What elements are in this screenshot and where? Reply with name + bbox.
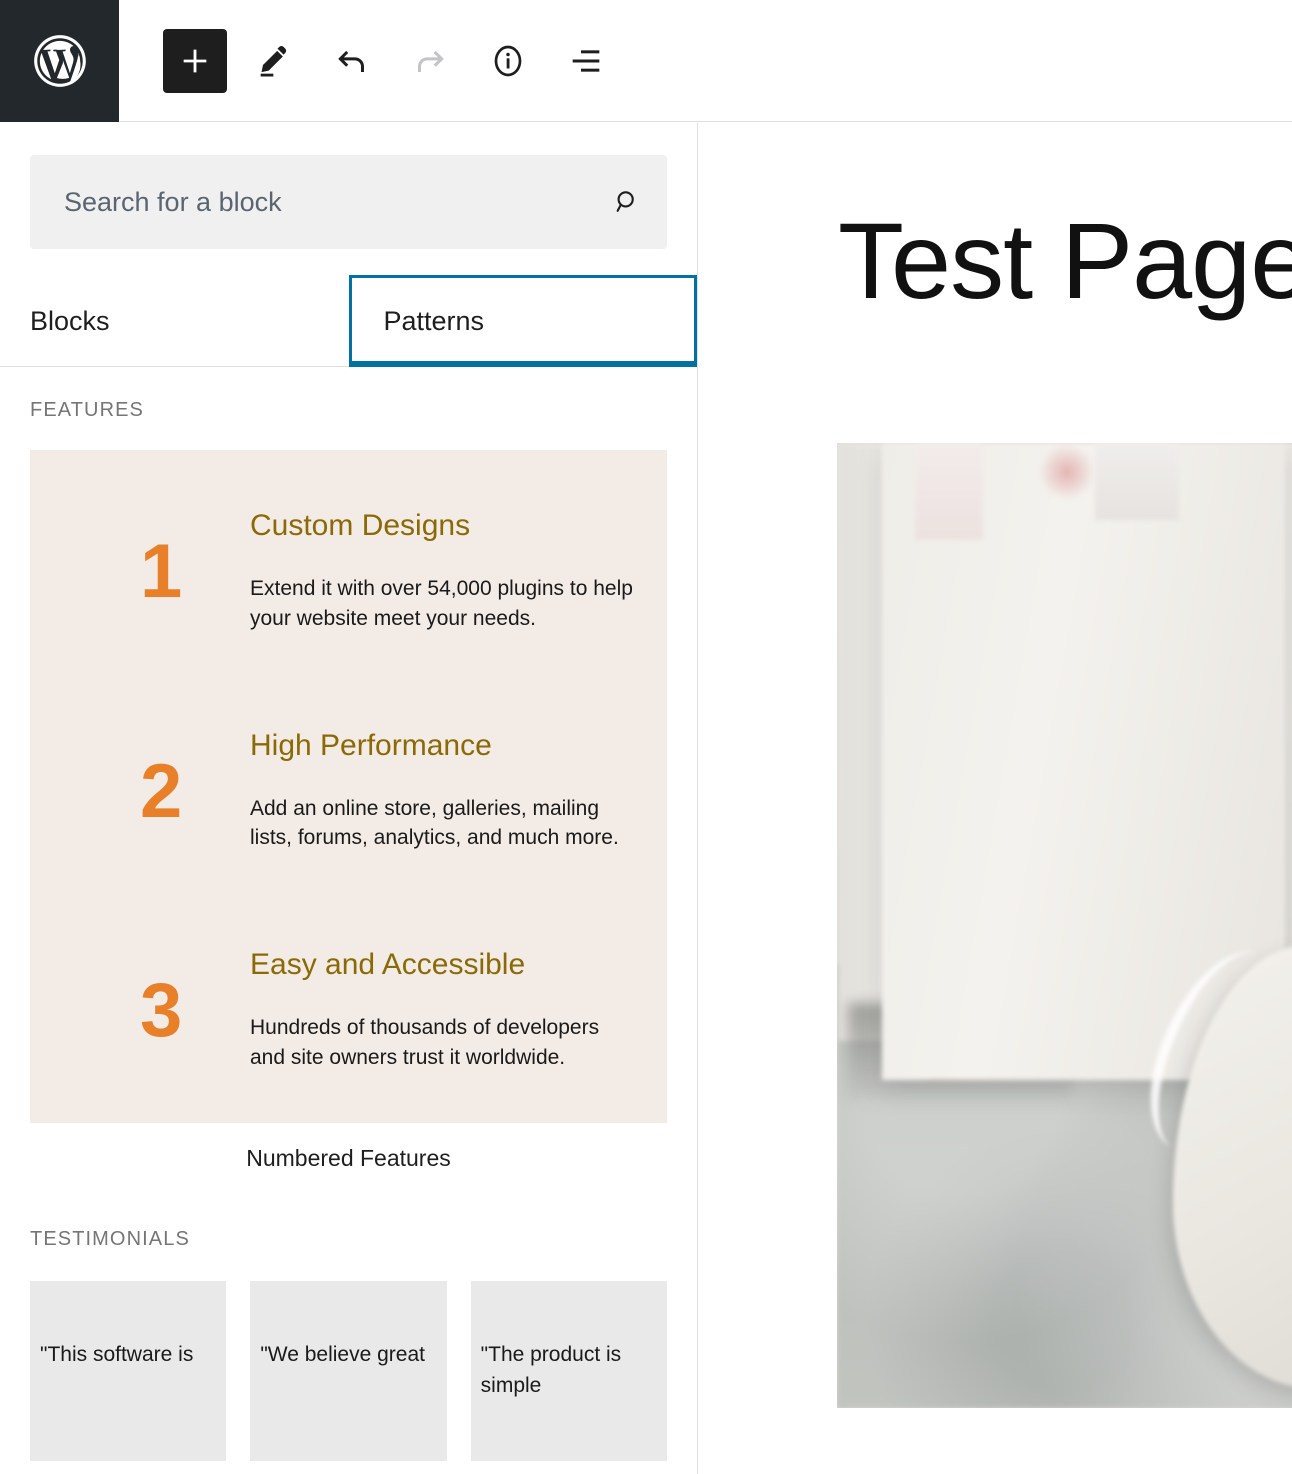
pattern-preview: 1 Custom Designs Extend it with over 54,…	[30, 450, 667, 1123]
wordpress-logo-button[interactable]	[0, 0, 119, 122]
pattern-item-testimonial[interactable]: "The product is simple	[470, 1280, 667, 1461]
feature-row: 2 High Performance Add an online store, …	[30, 728, 667, 854]
pattern-item-testimonial[interactable]: "This software is	[30, 1280, 227, 1461]
photo-tag-one	[915, 443, 983, 540]
feature-text: Custom Designs Extend it with over 54,00…	[250, 508, 667, 634]
list-view-button[interactable]	[555, 30, 617, 92]
editor-toolbar	[0, 0, 1292, 122]
feature-row: 3 Easy and Accessible Hundreds of thousa…	[30, 947, 667, 1073]
add-block-button[interactable]	[163, 28, 227, 93]
photo-tag-two	[1038, 443, 1095, 501]
toolbar-action-group	[119, 0, 617, 121]
tab-blocks[interactable]: Blocks	[0, 275, 349, 367]
feature-number: 1	[140, 529, 183, 614]
list-view-icon	[566, 41, 606, 81]
testimonial-quote: "The product is simple	[480, 1342, 622, 1398]
wordpress-logo-icon	[29, 30, 91, 92]
feature-description: Extend it with over 54,000 plugins to he…	[250, 577, 633, 630]
search-icon	[610, 185, 644, 219]
feature-number: 3	[140, 968, 183, 1054]
feature-text: High Performance Add an online store, ga…	[250, 728, 667, 854]
redo-arrow-icon	[410, 41, 450, 81]
inserter-tabs: Blocks Patterns	[0, 275, 697, 367]
search-input[interactable]	[31, 156, 666, 248]
pattern-item-numbered-features[interactable]: 1 Custom Designs Extend it with over 54,…	[0, 450, 697, 1172]
feature-number: 2	[140, 748, 183, 834]
page-title[interactable]: Test Page	[838, 198, 1292, 323]
search-box[interactable]	[30, 155, 667, 249]
testimonial-pattern-row: "This software is "We believe great "The…	[0, 1251, 697, 1461]
search-container	[0, 123, 697, 249]
testimonial-quote: "We believe great	[260, 1342, 425, 1366]
tab-patterns[interactable]: Patterns	[348, 275, 697, 367]
feature-row: 1 Custom Designs Extend it with over 54,…	[30, 508, 667, 634]
pencil-icon	[254, 41, 294, 81]
pattern-item-testimonial[interactable]: "We believe great	[250, 1280, 447, 1461]
plus-icon	[178, 44, 212, 78]
feature-title: Easy and Accessible	[250, 948, 526, 982]
featured-photo[interactable]	[837, 443, 1292, 1408]
category-label-features: FEATURES	[30, 399, 144, 421]
edit-tool-button[interactable]	[243, 30, 305, 92]
feature-description: Hundreds of thousands of developers and …	[250, 1016, 600, 1070]
category-label-testimonials: TESTIMONIALS	[30, 1227, 190, 1250]
feature-text: Easy and Accessible Hundreds of thousand…	[250, 947, 667, 1073]
pattern-title: Numbered Features	[246, 1144, 451, 1171]
editor-canvas[interactable]: Test Page	[699, 123, 1292, 1474]
photo-tag-three	[1094, 443, 1179, 521]
block-inserter-panel: Blocks Patterns FEATURES 1 Custom Design…	[0, 123, 698, 1474]
redo-button[interactable]	[399, 30, 461, 92]
feature-title: Custom Designs	[250, 509, 471, 542]
undo-button[interactable]	[321, 30, 383, 92]
feature-title: High Performance	[250, 728, 492, 762]
testimonial-quote: "This software is	[40, 1342, 194, 1366]
info-circle-icon	[488, 41, 528, 81]
details-button[interactable]	[477, 30, 539, 92]
feature-description: Add an online store, galleries, mailing …	[250, 796, 619, 850]
undo-arrow-icon	[332, 41, 372, 81]
